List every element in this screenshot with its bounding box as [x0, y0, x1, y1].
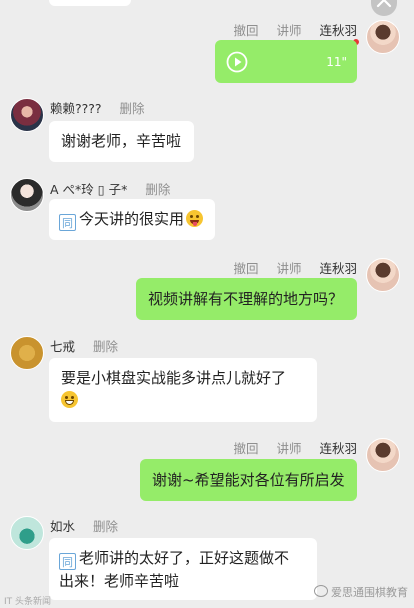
message-text: 老师讲的太好了，正好这题做不: [79, 549, 290, 567]
message-7-header: 如水 删除: [50, 516, 118, 535]
lecturer-badge: 讲师: [276, 441, 302, 456]
play-icon[interactable]: [226, 51, 248, 73]
avatar-lianqiuyu[interactable]: [366, 438, 400, 472]
partial-bubble-top: [49, 0, 131, 6]
sender-name: 连秋羽: [319, 261, 357, 276]
message-4-header: 撤回 讲师 连秋羽: [233, 258, 357, 277]
quote-icon: 同: [59, 214, 76, 231]
delete-button[interactable]: 删除: [120, 101, 145, 116]
message-bubble[interactable]: 要是小棋盘实战能多讲点儿就好了: [49, 358, 317, 422]
sender-name: A ぺ*玲 ▯ 子*: [50, 182, 128, 197]
message-text: 要是小棋盘实战能多讲点儿就好了: [61, 369, 287, 387]
sender-name: 赖赖????: [50, 101, 102, 116]
message-bubble[interactable]: 同老师讲的太好了，正好这题做不 出来！老师辛苦啦: [49, 538, 317, 600]
avatar-aling[interactable]: [10, 178, 44, 212]
message-5-header: 七戒 删除: [50, 336, 118, 355]
lecturer-badge: 讲师: [276, 261, 302, 276]
voice-duration: 11": [326, 55, 347, 69]
message-text: 视频讲解有不理解的地方吗？: [148, 290, 344, 308]
sender-name: 七戒: [50, 339, 76, 354]
quote-icon: 同: [59, 553, 76, 570]
message-text: 今天讲的很实用: [79, 210, 185, 228]
avatar-lianqiuyu[interactable]: [366, 20, 400, 54]
message-bubble[interactable]: 同今天讲的很实用: [49, 199, 215, 240]
watermark-right: 爱思通围棋教育: [314, 584, 408, 600]
withdraw-button[interactable]: 撤回: [233, 261, 258, 276]
delete-button[interactable]: 删除: [93, 339, 118, 354]
message-1-header: 撤回 讲师 连秋羽: [233, 20, 357, 39]
message-bubble[interactable]: 视频讲解有不理解的地方吗？: [136, 278, 357, 320]
avatar-laylay[interactable]: [10, 98, 44, 132]
delete-button[interactable]: 删除: [93, 519, 118, 534]
grin-emoji-icon: [61, 391, 78, 408]
message-text-line2: 出来！老师辛苦啦: [59, 572, 180, 590]
message-3-header: A ぺ*玲 ▯ 子* 删除: [50, 179, 170, 198]
message-bubble[interactable]: 谢谢~希望能对各位有所启发: [140, 459, 357, 501]
chevron-up-icon: [376, 0, 392, 8]
message-2-header: 赖赖???? 删除: [50, 98, 145, 117]
sender-name: 连秋羽: [319, 23, 357, 38]
withdraw-button[interactable]: 撤回: [233, 441, 258, 456]
avatar-qijie[interactable]: [10, 336, 44, 370]
avatar-rushui[interactable]: [10, 516, 44, 550]
delete-button[interactable]: 删除: [145, 182, 170, 197]
message-text: 谢谢老师，辛苦啦: [61, 132, 182, 150]
message-text: 谢谢~希望能对各位有所启发: [152, 471, 345, 489]
voice-message-bubble[interactable]: 11": [215, 40, 357, 83]
watermark-left: IT 头条新闻: [4, 597, 52, 607]
message-bubble[interactable]: 谢谢老师，辛苦啦: [49, 121, 194, 162]
wechat-logo-icon: [314, 585, 328, 597]
avatar-lianqiuyu[interactable]: [366, 258, 400, 292]
message-6-header: 撤回 讲师 连秋羽: [233, 438, 357, 457]
sender-name: 连秋羽: [319, 441, 357, 456]
lecturer-badge: 讲师: [276, 23, 302, 38]
withdraw-button[interactable]: 撤回: [233, 23, 258, 38]
watermark-text: 爱思通围棋教育: [331, 586, 408, 599]
sender-name: 如水: [50, 519, 76, 534]
scroll-up-button[interactable]: [371, 0, 397, 16]
tongue-out-emoji-icon: [186, 210, 204, 227]
